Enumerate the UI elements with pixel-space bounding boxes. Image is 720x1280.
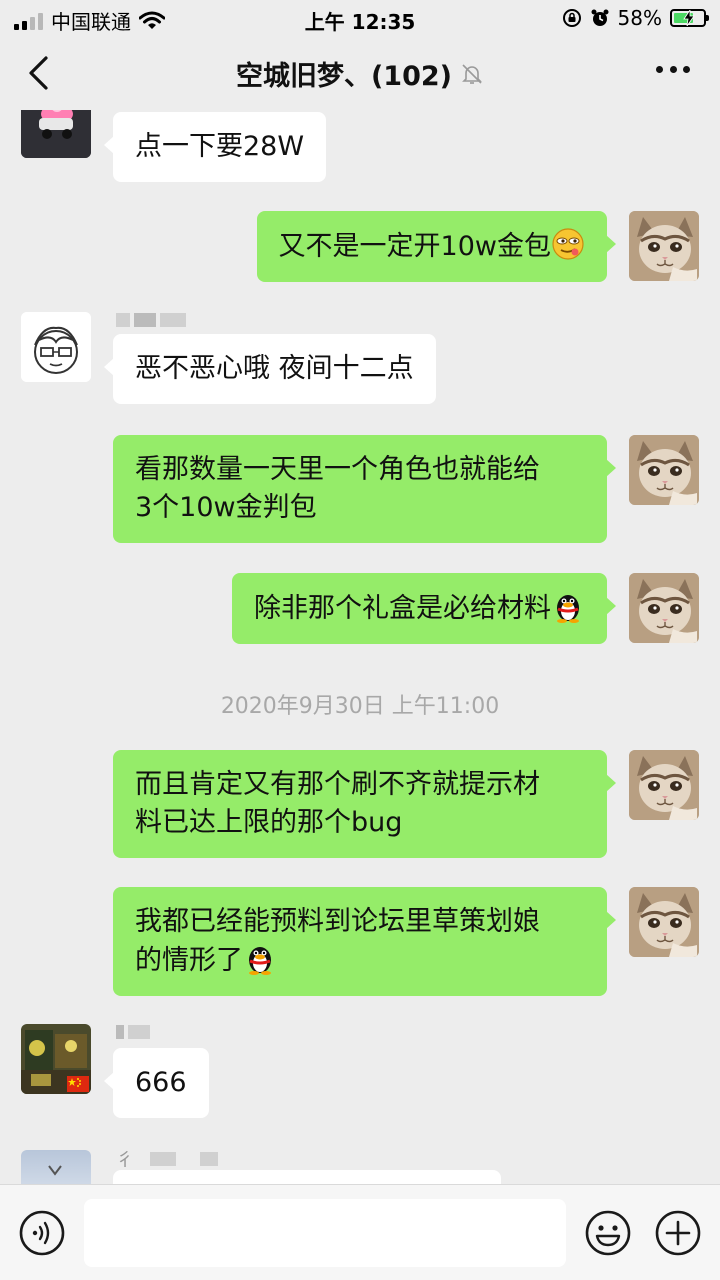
plus-icon[interactable] <box>654 1209 702 1257</box>
smirk-emoji-icon <box>552 228 584 260</box>
sender-nickname <box>116 312 190 328</box>
cartoon-avatar[interactable] <box>21 110 91 158</box>
emoji-icon[interactable] <box>584 1209 632 1257</box>
alarm-icon <box>591 9 609 26</box>
cat-avatar[interactable] <box>629 211 699 281</box>
more-icon[interactable] <box>656 66 690 76</box>
battery-percent: 58% <box>617 6 662 30</box>
input-bar <box>0 1184 720 1280</box>
message-bubble[interactable]: 恶不恶心哦 夜间十二点 <box>104 334 436 404</box>
message-bubble[interactable]: 666 <box>104 1048 209 1118</box>
message-bubble[interactable]: 又不是一定开10w金包 <box>256 211 617 282</box>
message-bubble[interactable]: 看那数量一天里一个角色也就能给 3个10w金判包 <box>113 435 616 543</box>
sketch-face-avatar[interactable] <box>21 312 91 382</box>
cat-avatar[interactable] <box>629 573 699 643</box>
message-bubble[interactable]: 除非那个礼盒是必给材料 <box>232 573 616 644</box>
sender-nickname: 彳 <box>116 1146 222 1171</box>
nav-bar: 空城旧梦、(102) <box>0 36 720 110</box>
message-timestamp: 2020年9月30日 上午11:00 <box>220 694 500 719</box>
message-bubble[interactable] <box>113 1170 501 1184</box>
cat-avatar[interactable] <box>629 887 699 957</box>
message-bubble[interactable]: 而且肯定又有那个刷不齐就提示材 料已达上限的那个bug <box>113 750 616 858</box>
message-bubble[interactable]: 点一下要28W <box>103 112 327 182</box>
china-flag-icon <box>67 1076 89 1092</box>
voice-icon[interactable] <box>18 1209 66 1257</box>
message-list[interactable]: 点一下要28W 又不是一定开10w金包 恶不恶心哦 夜间十二点 看那数量一天里一… <box>0 110 720 1184</box>
mute-bell-icon <box>462 63 482 84</box>
qq-penguin-emoji-icon <box>249 947 271 975</box>
message-input[interactable] <box>84 1199 566 1267</box>
message-bubble[interactable]: 我都已经能预料到论坛里草策划娘 的情形了 <box>113 887 616 996</box>
cat-avatar[interactable] <box>629 750 699 820</box>
photo-avatar[interactable] <box>21 1024 91 1094</box>
qq-penguin-emoji-icon <box>557 595 579 623</box>
sky-avatar[interactable] <box>21 1150 91 1184</box>
orientation-lock-icon <box>562 9 581 27</box>
chat-title[interactable]: 空城旧梦、(102) <box>236 54 452 93</box>
sender-nickname <box>116 1024 154 1040</box>
cat-avatar[interactable] <box>629 435 699 505</box>
status-bar: 中国联通 上午 12:35 58% <box>0 0 720 36</box>
battery-charging-icon <box>670 9 709 27</box>
chat-screen: 中国联通 上午 12:35 58% 空城旧梦、(102) 点一下要28W 又不是… <box>0 0 720 1280</box>
